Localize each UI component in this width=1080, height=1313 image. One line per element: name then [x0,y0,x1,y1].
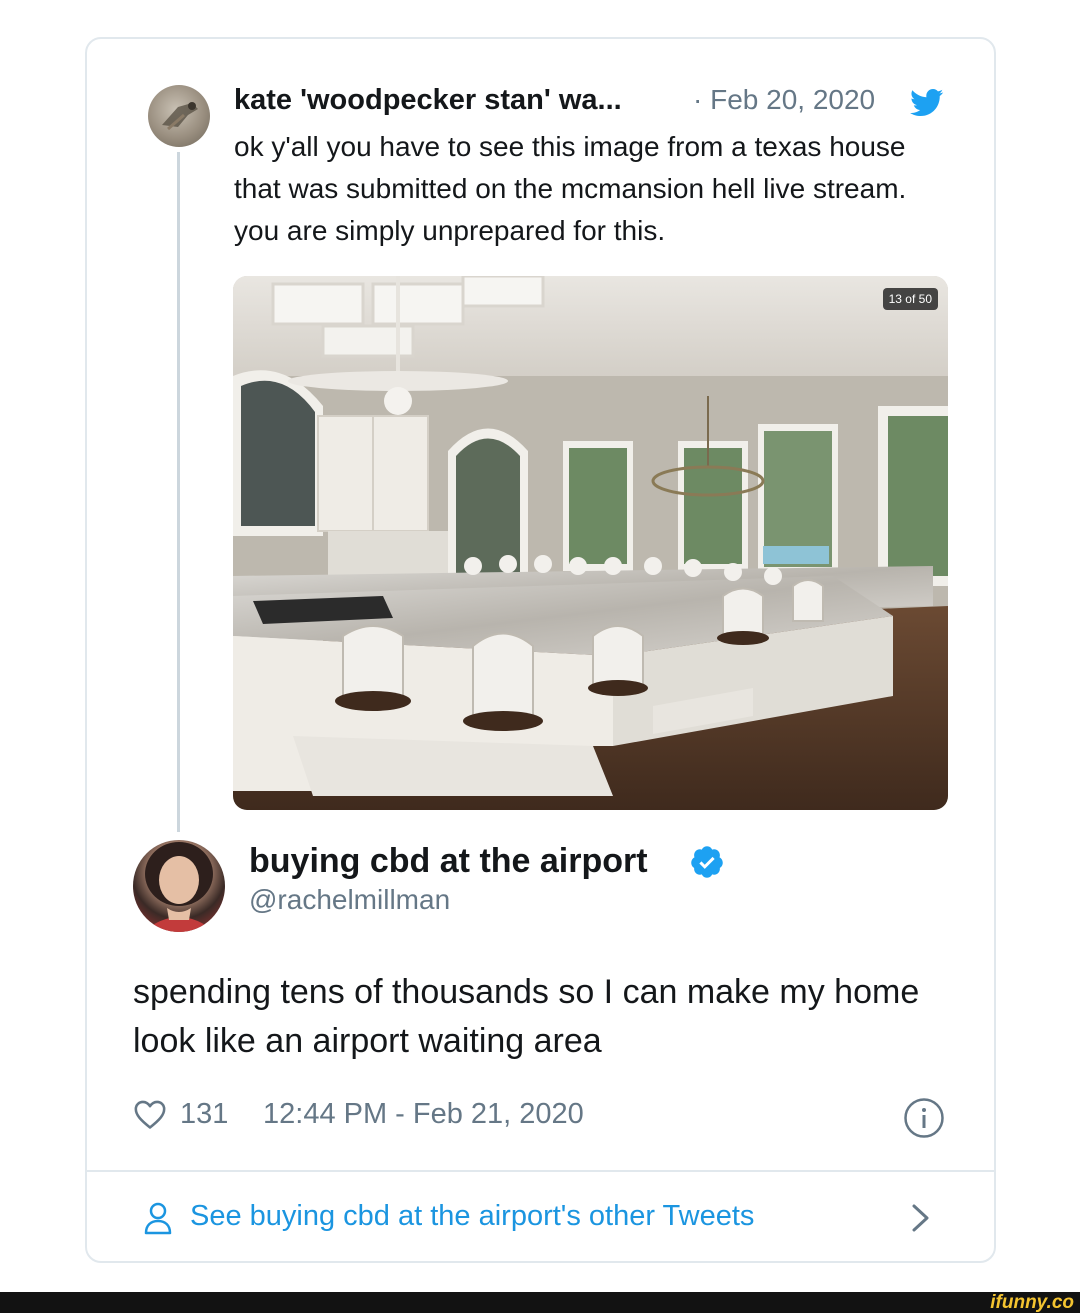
quoted-tweet-text: ok y'all you have to see this image from… [234,131,907,246]
heart-icon[interactable] [133,1098,167,1130]
person-icon [144,1202,172,1235]
see-more-tweets-link[interactable]: See buying cbd at the airport's other Tw… [190,1200,754,1233]
watermark-bar [0,1292,1080,1313]
photo-count-badge: 13 of 50 [882,288,938,310]
tweet-timestamp[interactable]: 12:44 PM - Feb 21, 2020 [263,1098,584,1131]
thread-line [177,152,180,832]
author-avatar[interactable] [133,840,225,932]
info-icon[interactable] [903,1097,945,1139]
quoted-author-name[interactable]: kate 'woodpecker stan' wa... [234,84,622,117]
verified-badge-icon [691,846,723,878]
kitchen-photo[interactable]: 13 of 50 [233,276,948,810]
chevron-right-icon[interactable] [910,1202,932,1234]
author-name[interactable]: buying cbd at the airport [249,842,648,881]
like-count[interactable]: 131 [180,1098,228,1131]
ifunny-watermark: ifunny.co [990,1292,1074,1313]
quoted-author-avatar[interactable] [148,85,210,147]
quoted-tweet-date[interactable]: · Feb 20, 2020 [693,84,875,116]
author-handle[interactable]: @rachelmillman [249,884,450,916]
tweet-text: spending tens of thousands so I can make… [133,973,920,1060]
twitter-bird-icon[interactable] [910,89,944,117]
